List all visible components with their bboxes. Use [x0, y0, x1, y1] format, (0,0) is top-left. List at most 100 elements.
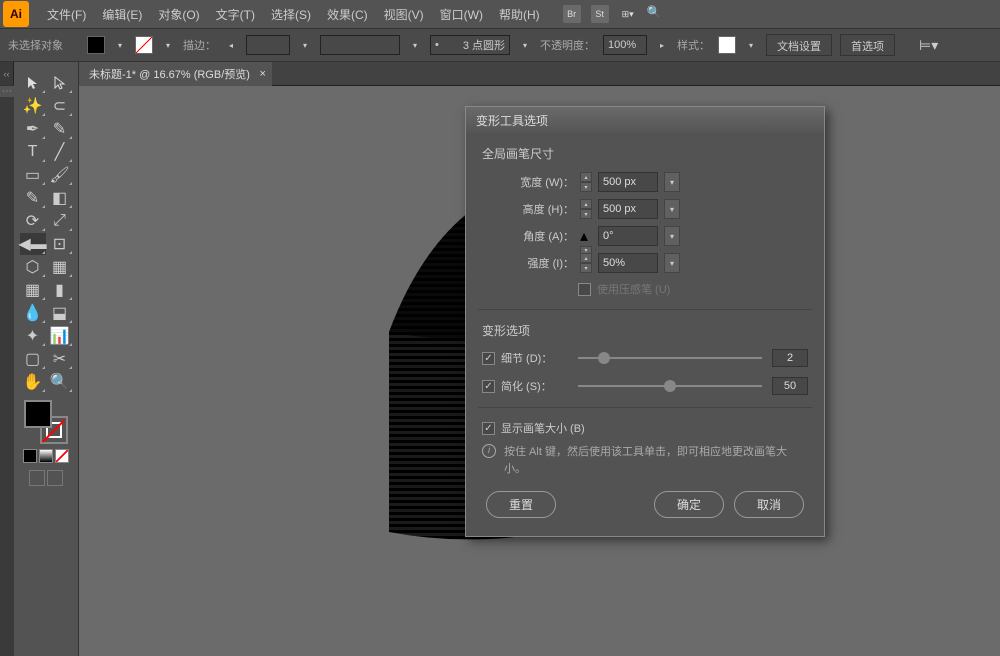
document-tab[interactable]: 未标题-1* @ 16.67% (RGB/预览) ×: [79, 62, 272, 86]
opacity-input[interactable]: [603, 35, 647, 55]
shaper-tool[interactable]: ✎: [20, 187, 46, 209]
hand-tool[interactable]: ✋: [20, 371, 46, 393]
simplify-label: 简化 (S)：: [501, 378, 552, 394]
intensity-down[interactable]: ▾: [580, 263, 592, 273]
arrange-icon[interactable]: ⊞▾: [619, 5, 637, 23]
info-icon: i: [482, 444, 496, 458]
menu-file[interactable]: 文件(F): [39, 6, 94, 23]
menu-bar: Ai 文件(F) 编辑(E) 对象(O) 文字(T) 选择(S) 效果(C) 视…: [0, 0, 1000, 28]
reset-button[interactable]: 重置: [486, 491, 556, 518]
eyedropper-tool[interactable]: 💧: [20, 302, 46, 324]
paintbrush-tool[interactable]: 🖌: [47, 164, 73, 186]
stock-icon[interactable]: St: [591, 5, 609, 23]
height-down[interactable]: ▾: [580, 209, 592, 219]
zoom-tool[interactable]: 🔍: [47, 371, 73, 393]
cancel-button[interactable]: 取消: [734, 491, 804, 518]
shape-builder-tool[interactable]: ⬡: [20, 256, 46, 278]
menu-window[interactable]: 窗口(W): [432, 6, 491, 23]
brush-def[interactable]: •3 点圆形: [430, 35, 510, 55]
draw-normal[interactable]: [29, 470, 45, 486]
scale-tool[interactable]: ⤢: [47, 210, 73, 232]
free-transform-tool[interactable]: ⊡: [47, 233, 73, 255]
curvature-tool[interactable]: ✎: [47, 118, 73, 140]
warp-section-label: 变形选项: [482, 322, 808, 339]
slice-tool[interactable]: ✂: [47, 348, 73, 370]
align-icon[interactable]: ⊨▾: [919, 37, 938, 54]
width-tool[interactable]: ◀▬: [20, 233, 46, 255]
pen-tool[interactable]: ✒: [20, 118, 46, 140]
type-tool[interactable]: T: [20, 141, 46, 163]
menu-select[interactable]: 选择(S): [263, 6, 319, 23]
height-dropdown[interactable]: ▾: [664, 199, 680, 219]
fill-color[interactable]: [24, 400, 52, 428]
doc-setup-button[interactable]: 文档设置: [766, 34, 832, 56]
dialog-title-bar[interactable]: 变形工具选项: [466, 107, 824, 133]
style-swatch[interactable]: [718, 36, 736, 54]
stroke-swatch[interactable]: [135, 36, 153, 54]
angle-dropdown[interactable]: ▾: [664, 226, 680, 246]
stroke-weight-spinner[interactable]: ◂: [224, 39, 238, 51]
stroke-profile[interactable]: [320, 35, 400, 55]
menu-effect[interactable]: 效果(C): [319, 6, 376, 23]
intensity-up[interactable]: ▴: [580, 253, 592, 263]
prefs-button[interactable]: 首选项: [840, 34, 895, 56]
stroke-dropdown-icon[interactable]: ▾: [161, 39, 175, 51]
panel-collapse-icon[interactable]: ‹‹: [0, 62, 14, 85]
width-input[interactable]: [598, 172, 658, 192]
angle-label: 角度 (A)：: [512, 228, 574, 244]
menu-edit[interactable]: 编辑(E): [94, 6, 150, 23]
width-up[interactable]: ▴: [580, 172, 592, 182]
height-label: 高度 (H)：: [512, 201, 574, 217]
search-icon[interactable]: 🔍: [647, 5, 662, 23]
menu-object[interactable]: 对象(O): [150, 6, 207, 23]
angle-input[interactable]: [598, 226, 658, 246]
fill-dropdown-icon[interactable]: ▾: [113, 39, 127, 51]
fill-swatch[interactable]: [87, 36, 105, 54]
bridge-icon[interactable]: Br: [563, 5, 581, 23]
opacity-label: 不透明度：: [540, 37, 595, 53]
menu-type[interactable]: 文字(T): [208, 6, 263, 23]
intensity-dropdown[interactable]: ▾: [664, 253, 680, 273]
mesh-tool[interactable]: ▦: [20, 279, 46, 301]
detail-value[interactable]: [772, 349, 808, 367]
ok-button[interactable]: 确定: [654, 491, 724, 518]
perspective-tool[interactable]: ▦: [47, 256, 73, 278]
tab-bar: 未标题-1* @ 16.67% (RGB/预览) ×: [79, 62, 1000, 86]
stroke-weight-input[interactable]: [246, 35, 290, 55]
lasso-tool[interactable]: ⊂: [47, 95, 73, 117]
angle-up[interactable]: ▴: [580, 226, 592, 246]
rectangle-tool[interactable]: ▭: [20, 164, 46, 186]
magic-wand-tool[interactable]: ✨: [20, 95, 46, 117]
simplify-checkbox[interactable]: [482, 380, 495, 393]
color-mode[interactable]: [23, 449, 37, 463]
blend-tool[interactable]: ⬓: [47, 302, 73, 324]
width-dropdown[interactable]: ▾: [664, 172, 680, 192]
height-input[interactable]: [598, 199, 658, 219]
selection-tool[interactable]: [20, 72, 46, 94]
menu-view[interactable]: 视图(V): [376, 6, 432, 23]
none-mode[interactable]: [55, 449, 69, 463]
line-tool[interactable]: ╱: [47, 141, 73, 163]
gradient-tool[interactable]: ▮: [47, 279, 73, 301]
rotate-tool[interactable]: ⟳: [20, 210, 46, 232]
draw-behind[interactable]: [47, 470, 63, 486]
artboard-tool[interactable]: ▢: [20, 348, 46, 370]
simplify-value[interactable]: [772, 377, 808, 395]
tool-grip[interactable]: ⋯: [0, 85, 14, 97]
width-down[interactable]: ▾: [580, 182, 592, 192]
simplify-slider[interactable]: [578, 385, 762, 387]
height-up[interactable]: ▴: [580, 199, 592, 209]
gradient-mode[interactable]: [39, 449, 53, 463]
column-graph-tool[interactable]: 📊: [47, 325, 73, 347]
symbol-sprayer-tool[interactable]: ✦: [20, 325, 46, 347]
close-icon[interactable]: ×: [260, 68, 266, 80]
direct-selection-tool[interactable]: [47, 72, 73, 94]
detail-checkbox[interactable]: [482, 352, 495, 365]
intensity-input[interactable]: [598, 253, 658, 273]
show-brush-checkbox[interactable]: [482, 422, 495, 435]
fill-stroke-control[interactable]: [24, 400, 68, 444]
menu-help[interactable]: 帮助(H): [491, 6, 548, 23]
stroke-weight-dd[interactable]: ▾: [298, 39, 312, 51]
detail-slider[interactable]: [578, 357, 762, 359]
eraser-tool[interactable]: ◧: [47, 187, 73, 209]
